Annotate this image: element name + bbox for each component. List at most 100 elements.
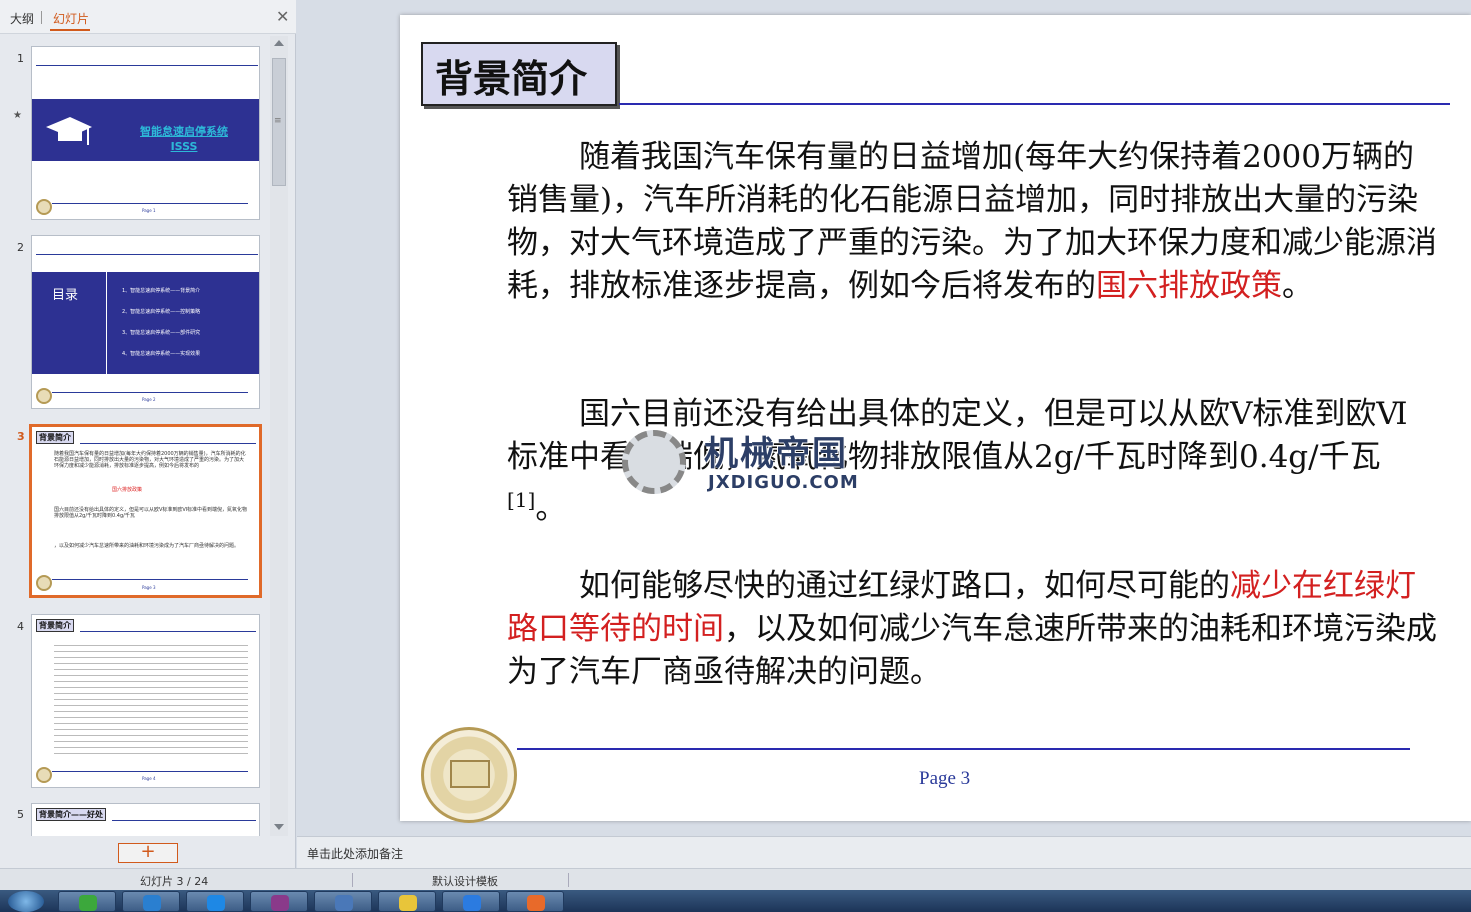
slide-thumbnail-2[interactable]: 目录 1、智能怠速启停系统——背景简介 2、智能怠速启停系统——控制策略 3、智… [31, 235, 260, 409]
taskbar-presentation[interactable] [506, 891, 564, 912]
thumbnail-rule [80, 631, 256, 632]
toc-item: 2、智能怠速启停系统——控制策略 [122, 309, 201, 315]
thumbnail-title: 智能怠速启停系统 [140, 125, 228, 138]
app-icon [79, 895, 97, 911]
taskbar-app-1[interactable] [58, 891, 116, 912]
thumbnail-title: 背景简介——好处 [36, 808, 106, 821]
thumbnail-number: 5 [17, 808, 24, 821]
thumbnail-rule [112, 820, 256, 821]
thumbnail-body: ，以及如何减少汽车怠速所带来的油耗和环境污染成为了汽车厂商亟待解决的问题。 [54, 543, 240, 549]
thumbnail-number: 4 [17, 620, 24, 633]
graduation-cap-icon [46, 117, 92, 145]
active-tab-indicator [50, 29, 90, 31]
thumbnail-rule [36, 254, 258, 255]
presentation-icon [527, 895, 545, 911]
add-slide-button[interactable]: + [118, 843, 178, 863]
browser-icon [207, 895, 225, 911]
tab-outline[interactable]: 大纲 [10, 10, 34, 27]
toc-item: 3、智能怠速启停系统——部件研究 [122, 330, 201, 336]
university-seal [36, 388, 52, 404]
university-seal [36, 199, 52, 215]
thumbnail-page: Page 3 [142, 585, 156, 590]
notes-placeholder: 单击此处添加备注 [307, 847, 404, 861]
thumbnail-body: 随着我国汽车保有量的日益增加(每年大约保持着2000万辆的销售量)，汽车所消耗的… [54, 451, 246, 469]
thumbnail-title: 背景简介 [36, 619, 74, 632]
scroll-down-arrow-icon[interactable] [274, 824, 284, 830]
app-icon [271, 895, 289, 911]
page-number: Page 3 [919, 768, 971, 789]
taskbar-app-6[interactable] [378, 891, 436, 912]
status-separator [568, 873, 569, 887]
thumbnail-subtitle: ISSS [170, 140, 198, 153]
citation-reference: [1] [507, 488, 536, 512]
gear-icon [622, 430, 686, 494]
app-icon [143, 895, 161, 911]
taskbar-app-5[interactable] [314, 891, 372, 912]
paragraph-3[interactable]: 如何能够尽快的通过红绿灯路口，如何尽可能的减少在红绿灯路口等待的时间，以及如何减… [507, 565, 1437, 694]
taskbar-app-4[interactable] [250, 891, 308, 912]
panel-tabs: 大纲 幻灯片 ✕ [0, 0, 296, 34]
status-separator [352, 873, 353, 887]
slide-thumbnail-3[interactable]: 背景简介 随着我国汽车保有量的日益增加(每年大约保持着2000万辆的销售量)，汽… [29, 424, 262, 598]
thumbnail-page: Page 2 [142, 397, 156, 402]
start-button-icon[interactable] [8, 891, 44, 912]
animation-star-icon: ★ [13, 110, 22, 121]
thumbnail-rule [52, 203, 248, 204]
thumbnail-number: 2 [17, 241, 24, 254]
university-seal [36, 767, 52, 783]
thumbnail-scrollbar[interactable]: ≡ [270, 36, 288, 836]
paragraph-1[interactable]: 随着我国汽车保有量的日益增加(每年大约保持着2000万辆的销售量)，汽车所消耗的… [507, 136, 1437, 308]
design-template[interactable]: 默认设计模板 [432, 873, 498, 889]
toc-item: 4、智能怠速启停系统——实现效果 [122, 351, 201, 357]
taskbar-browser[interactable] [186, 891, 244, 912]
watermark-text: 机械帝国 [704, 434, 848, 474]
tab-slides[interactable]: 幻灯片 [53, 10, 89, 27]
thumbnail-rule [36, 65, 258, 66]
thumbnail-rule [80, 443, 256, 444]
slide-editing-area: 背景简介 随着我国汽车保有量的日益增加(每年大约保持着2000万辆的销售量)，汽… [297, 0, 1471, 836]
scroll-up-arrow-icon[interactable] [274, 40, 284, 46]
thumbnail-title: 目录 [52, 288, 79, 303]
app-icon [463, 895, 481, 911]
tab-separator [41, 11, 42, 24]
thumbnail-body-lines [54, 641, 248, 759]
taskbar [0, 890, 1471, 912]
current-slide[interactable]: 背景简介 随着我国汽车保有量的日益增加(每年大约保持着2000万辆的销售量)，汽… [400, 15, 1471, 823]
app-icon [399, 895, 417, 911]
university-seal [421, 727, 517, 823]
slides-panel: 大纲 幻灯片 ✕ 1 ★ 智能怠速启停系统 ISSS Page 1 2 目录 1… [0, 0, 296, 868]
title-rule [619, 103, 1450, 105]
slide-title: 背景简介 [435, 56, 588, 101]
app-icon [335, 895, 353, 911]
slide-thumbnail-list: 1 ★ 智能怠速启停系统 ISSS Page 1 2 目录 1、智能怠速启停系统… [0, 36, 270, 836]
slide-thumbnail-1[interactable]: 智能怠速启停系统 ISSS Page 1 [31, 46, 260, 220]
paragraph-text: 如何能够尽快的通过红绿灯路口，如何尽可能的 [579, 568, 1230, 604]
slide-counter: 幻灯片 3 / 24 [140, 875, 209, 888]
paragraph-text: 。 [535, 490, 567, 527]
slide-thumbnail-5[interactable]: 背景简介——好处 [31, 803, 260, 836]
thumbnail-body-highlight: 国六排放政策 [112, 487, 143, 493]
paragraph-highlight: 国六排放政策 [1096, 268, 1282, 304]
thumbnail-divider [106, 272, 107, 374]
paragraph-text: 。 [1282, 268, 1313, 304]
watermark-subtext: JXDIGUO.COM [708, 472, 859, 493]
toc-item: 1、智能怠速启停系统——背景简介 [122, 288, 201, 294]
thumbnail-number: 1 [17, 52, 24, 65]
watermark-logo: 机械帝国 JXDIGUO.COM [612, 424, 882, 500]
seal-building-icon [450, 760, 490, 788]
thumbnail-body: 国六目前还没有给出具体的定义，但是可以从欧Ⅴ标准到欧Ⅵ标准中看到端倪，氮氧化物排… [54, 507, 248, 519]
thumbnail-page: Page 4 [142, 776, 156, 781]
thumbnail-rule [52, 392, 248, 393]
taskbar-app-7[interactable] [442, 891, 500, 912]
footer-rule [517, 748, 1410, 750]
thumbnail-rule [52, 579, 248, 580]
thumbnail-rule [52, 771, 248, 772]
close-icon[interactable]: ✕ [276, 7, 289, 26]
title-box[interactable]: 背景简介 [421, 42, 617, 106]
notes-pane[interactable]: 单击此处添加备注 [297, 836, 1471, 868]
slide-thumbnail-4[interactable]: 背景简介 Page 4 [31, 614, 260, 788]
status-bar: 幻灯片 3 / 24 默认设计模板 [0, 868, 1471, 890]
university-seal [36, 575, 52, 591]
thumbnail-title: 背景简介 [36, 431, 74, 444]
taskbar-app-2[interactable] [122, 891, 180, 912]
